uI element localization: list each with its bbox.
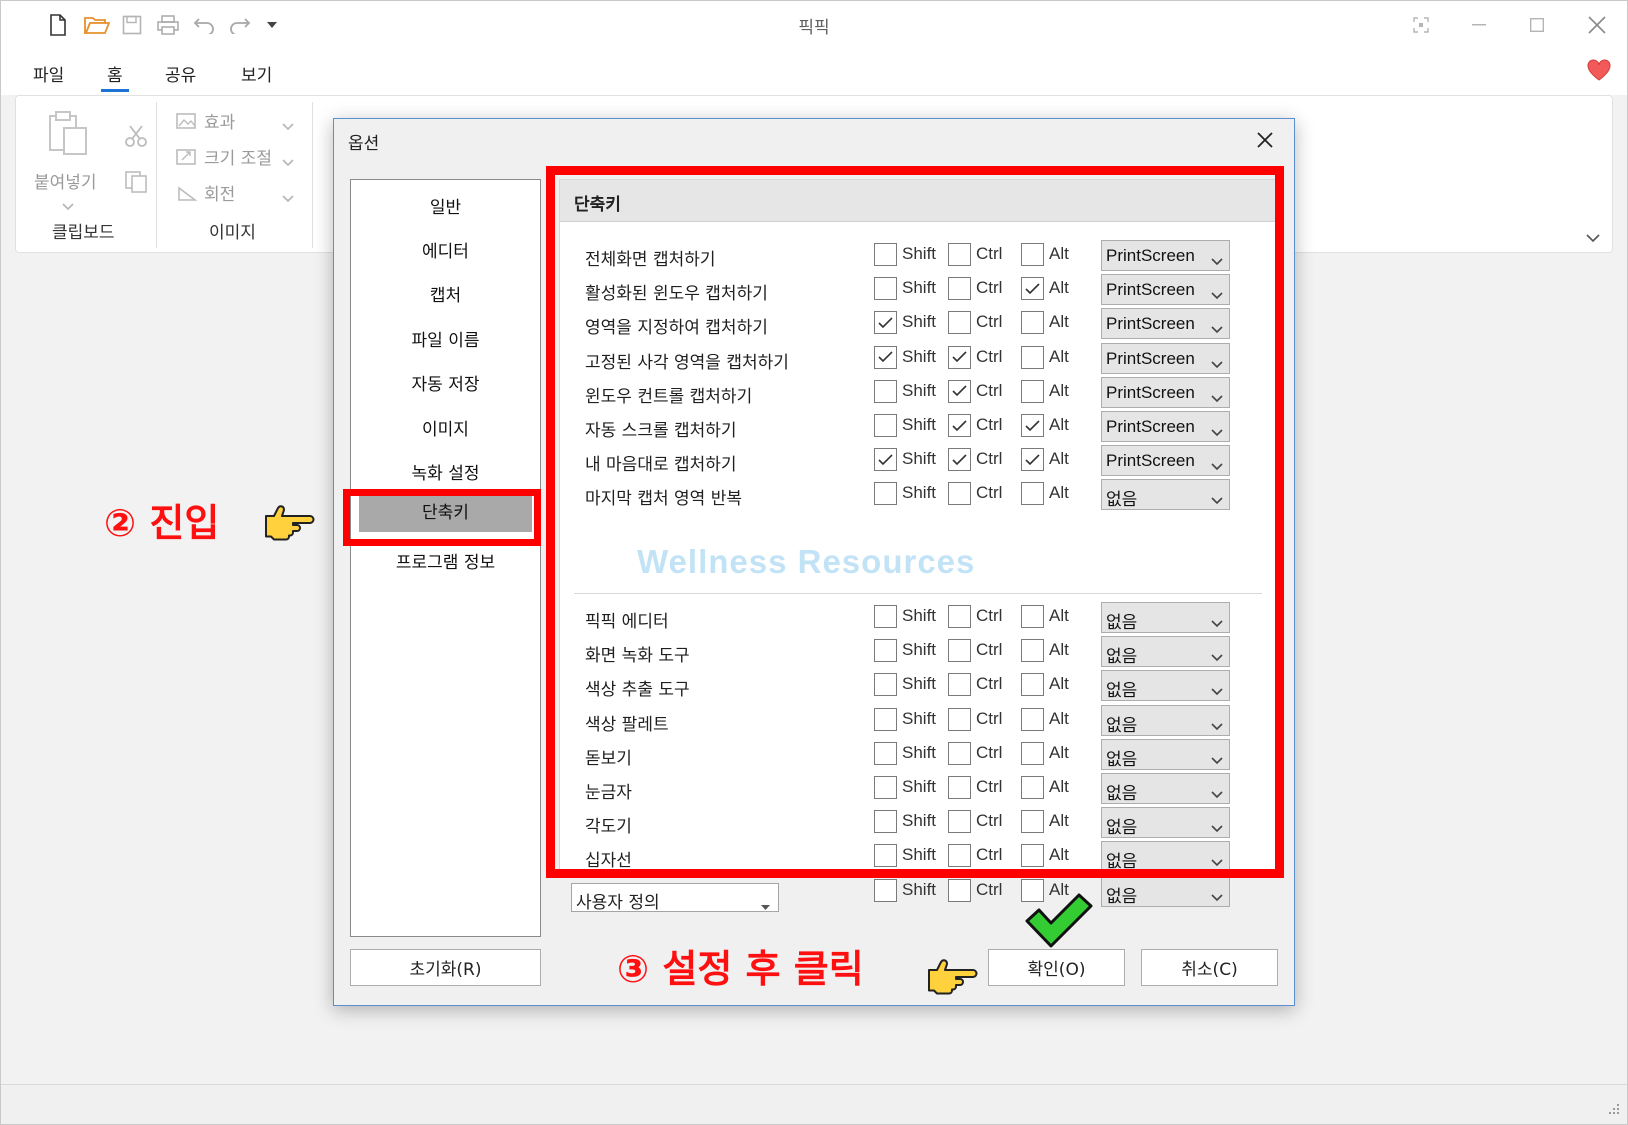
- rotate-label: 회전: [204, 185, 236, 205]
- preset-dropdown[interactable]: 사용자 정의: [571, 883, 779, 914]
- resize-button[interactable]: 크기 조절: [176, 144, 272, 169]
- dialog-title: 옵션: [348, 134, 380, 154]
- effects-icon: [176, 112, 196, 129]
- heart-icon[interactable]: [1587, 59, 1611, 85]
- chevron-down-icon[interactable]: [282, 152, 294, 171]
- resize-label: 크기 조절: [204, 149, 272, 169]
- shift-checkbox[interactable]: [874, 878, 897, 902]
- ribbon-tabs: 파일 홈 공유 보기: [1, 49, 1627, 95]
- tab-home[interactable]: 홈: [101, 61, 129, 92]
- nav-item-autosave[interactable]: 자동 저장: [351, 370, 540, 395]
- nav-item-general[interactable]: 일반: [351, 193, 540, 218]
- tab-view[interactable]: 보기: [241, 61, 272, 86]
- maximize-icon[interactable]: [1515, 9, 1559, 41]
- options-nav-list: 일반 에디터 캡처 파일 이름 자동 저장 이미지 녹화 설정 단축키 프로그램…: [350, 179, 541, 937]
- key-dropdown[interactable]: 없음: [1101, 875, 1230, 907]
- step2-annotation: ② 진입: [104, 501, 220, 545]
- key-value: 없음: [1106, 886, 1138, 906]
- checkmark-icon: [1023, 891, 1095, 953]
- image-group-label: 이미지: [209, 223, 256, 243]
- nav-item-image[interactable]: 이미지: [351, 415, 540, 440]
- chevron-down-icon[interactable]: [282, 188, 294, 207]
- ok-button[interactable]: 확인(O): [988, 949, 1125, 986]
- cancel-button[interactable]: 취소(C): [1141, 949, 1278, 986]
- chevron-down-icon[interactable]: [62, 196, 74, 215]
- ribbon-separator: [312, 102, 313, 248]
- chevron-down-icon: [1211, 887, 1223, 906]
- step3-annotation: ③ 설정 후 클릭: [617, 947, 864, 991]
- rotate-icon: [178, 185, 198, 201]
- preset-value: 사용자 정의: [576, 893, 660, 913]
- rotate-button[interactable]: 회전: [176, 180, 235, 205]
- tab-share[interactable]: 공유: [165, 61, 196, 86]
- tab-file[interactable]: 파일: [33, 61, 64, 86]
- shift-label: Shift: [902, 879, 937, 899]
- paste-button[interactable]: 붙여넣기: [34, 168, 97, 193]
- chevron-down-icon[interactable]: [282, 116, 294, 135]
- effects-button[interactable]: 효과: [176, 108, 235, 133]
- reset-button[interactable]: 초기화(R): [350, 949, 541, 986]
- clipboard-group-label: 클립보드: [52, 223, 115, 243]
- nav-item-editor[interactable]: 에디터: [351, 237, 540, 262]
- minimize-icon[interactable]: [1457, 9, 1501, 41]
- close-window-icon[interactable]: [1575, 9, 1619, 41]
- pointing-hand-icon: [926, 956, 980, 1000]
- ribbon-separator: [156, 102, 157, 248]
- ctrl-checkbox[interactable]: [948, 878, 971, 902]
- status-bar: [1, 1084, 1627, 1124]
- shortcuts-nav-highlight: [343, 489, 541, 546]
- effects-label: 효과: [204, 113, 236, 133]
- nav-item-about[interactable]: 프로그램 정보: [351, 548, 540, 573]
- pointing-hand-icon: [263, 502, 317, 546]
- nav-item-recording[interactable]: 녹화 설정: [351, 459, 540, 484]
- nav-item-filename[interactable]: 파일 이름: [351, 326, 540, 351]
- nav-item-capture[interactable]: 캡처: [351, 281, 540, 306]
- window-title: 픽픽: [798, 18, 830, 38]
- dialog-close-icon[interactable]: [1248, 125, 1282, 155]
- paste-icon[interactable]: [44, 110, 90, 160]
- shortcuts-panel-highlight: [546, 166, 1284, 878]
- paste-label: 붙여넣기: [34, 173, 97, 193]
- cut-icon[interactable]: [124, 124, 148, 152]
- ctrl-label: Ctrl: [976, 879, 1003, 899]
- watermark: Wellness Resources: [637, 543, 976, 580]
- dropdown-arrow-icon: [761, 895, 770, 914]
- resize-icon: [176, 148, 196, 165]
- capture-mode-icon[interactable]: [1399, 9, 1443, 41]
- resize-grip-icon[interactable]: [1607, 1101, 1621, 1120]
- copy-icon[interactable]: [124, 170, 148, 198]
- title-bar: 픽픽: [1, 1, 1627, 49]
- ribbon-collapse-icon[interactable]: [1586, 228, 1600, 247]
